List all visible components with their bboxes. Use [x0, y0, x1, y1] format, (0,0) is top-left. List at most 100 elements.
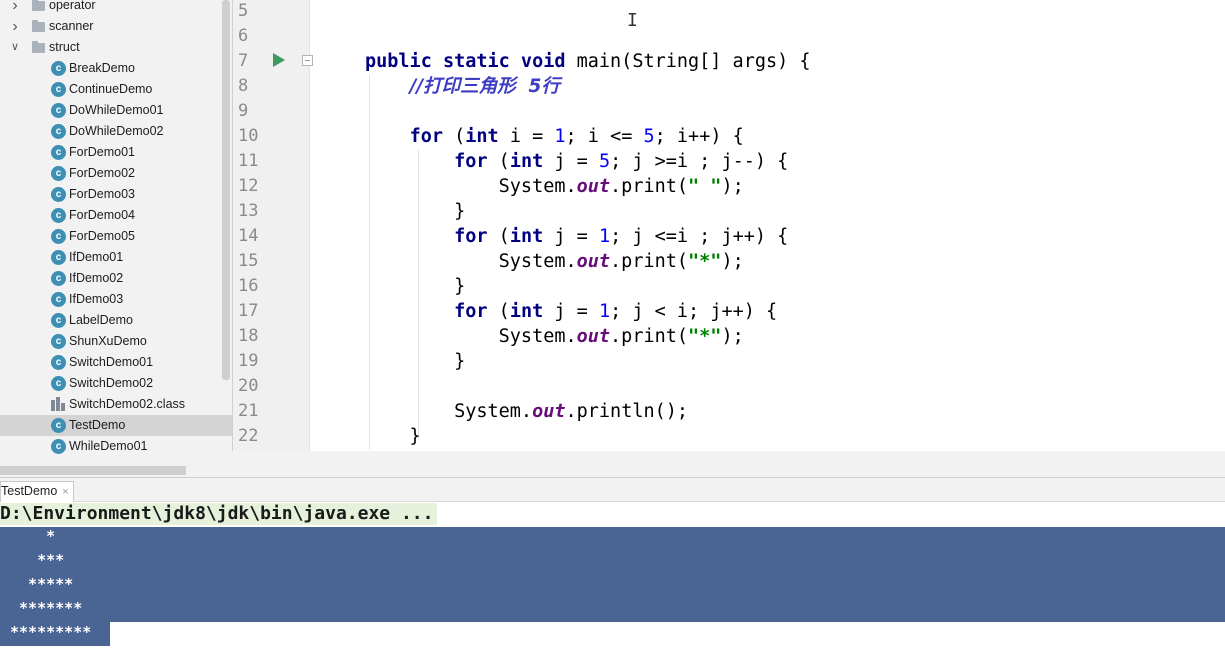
- tree-item-label: SwitchDemo01: [69, 355, 154, 369]
- code-token: int: [509, 226, 555, 247]
- tree-item[interactable]: c TestDemo: [0, 415, 232, 436]
- code-line[interactable]: System.out.print("*");: [365, 324, 744, 349]
- code-token: ; j <=i ; j++) {: [610, 226, 789, 247]
- tree-item[interactable]: c DoWhileDemo01: [0, 100, 232, 121]
- line-number: 17: [238, 301, 259, 321]
- fold-icon[interactable]: [302, 55, 313, 66]
- java-class-icon: c: [51, 61, 66, 76]
- tree-item[interactable]: c SwitchDemo02: [0, 373, 232, 394]
- tree-item-label: SwitchDemo02.class: [69, 397, 186, 411]
- tree-item[interactable]: c WhileDemo01: [0, 436, 232, 457]
- console-output-line: *******: [10, 599, 83, 617]
- tree-vertical-scrollbar[interactable]: [222, 0, 230, 380]
- tree-item-label: SwitchDemo02: [69, 376, 154, 390]
- code-token: "*": [688, 251, 722, 272]
- code-line[interactable]: }: [365, 274, 465, 299]
- tree-item[interactable]: › operator: [0, 0, 232, 16]
- tree-item[interactable]: c IfDemo02: [0, 268, 232, 289]
- java-class-icon: c: [51, 82, 66, 97]
- tree-item-label: DoWhileDemo02: [69, 124, 164, 138]
- tree-item[interactable]: c LabelDemo: [0, 310, 232, 331]
- code-line[interactable]: for (int j = 5; j >=i ; j--) {: [365, 149, 788, 174]
- line-number: 11: [238, 151, 259, 171]
- chevron-down-icon[interactable]: ∨: [9, 37, 21, 58]
- tree-item-label: scanner: [49, 19, 94, 33]
- tree-item[interactable]: c DoWhileDemo02: [0, 121, 232, 142]
- code-token: for: [454, 301, 499, 322]
- code-line[interactable]: for (int i = 1; i <= 5; i++) {: [365, 124, 744, 149]
- tree-item[interactable]: c ForDemo05: [0, 226, 232, 247]
- code-token: for: [454, 226, 499, 247]
- code-token: );: [721, 251, 744, 272]
- console-output-selection[interactable]: [0, 527, 1225, 622]
- line-number: 20: [238, 376, 259, 396]
- code-line[interactable]: }: [365, 349, 465, 374]
- run-tab-label: TestDemo: [1, 484, 58, 498]
- line-number: 14: [238, 226, 259, 246]
- code-token: j =: [554, 226, 599, 247]
- tree-item[interactable]: ∨ struct: [0, 37, 232, 58]
- code-line[interactable]: //打印三角形 5行: [365, 74, 560, 99]
- code-token: (: [454, 126, 466, 147]
- tree-item[interactable]: › scanner: [0, 16, 232, 37]
- tree-horizontal-scrollbar[interactable]: [0, 466, 186, 475]
- tree-item-label: ForDemo03: [69, 187, 135, 201]
- chevron-right-icon[interactable]: ›: [9, 16, 21, 37]
- tree-item-label: ForDemo02: [69, 166, 135, 180]
- code-token: .println();: [565, 401, 689, 422]
- code-token: }: [365, 351, 466, 372]
- code-token: j =: [554, 301, 599, 322]
- line-number: 12: [238, 176, 259, 196]
- run-main-icon[interactable]: [273, 53, 285, 67]
- code-line[interactable]: }: [365, 424, 421, 449]
- code-token: (: [498, 151, 510, 172]
- tree-item-label: WhileDemo01: [69, 439, 148, 453]
- code-token: 5: [598, 151, 611, 172]
- tree-item[interactable]: c ContinueDemo: [0, 79, 232, 100]
- tree-item[interactable]: c IfDemo03: [0, 289, 232, 310]
- tree-item[interactable]: c BreakDemo: [0, 58, 232, 79]
- tree-item[interactable]: c ForDemo01: [0, 142, 232, 163]
- line-number: 13: [238, 201, 259, 221]
- line-number: 18: [238, 326, 259, 346]
- tree-item-label: IfDemo03: [69, 292, 124, 306]
- close-icon[interactable]: ×: [62, 486, 68, 498]
- code-line[interactable]: System.out.print("*");: [365, 249, 744, 274]
- tree-item[interactable]: c ForDemo04: [0, 205, 232, 226]
- tree-item-label: operator: [49, 0, 96, 12]
- chevron-right-icon[interactable]: ›: [9, 0, 21, 16]
- code-token: );: [721, 326, 744, 347]
- code-line[interactable]: public static void main(String[] args) {: [365, 49, 811, 74]
- code-token: public static void: [365, 51, 577, 72]
- code-token: ; i <=: [565, 126, 644, 147]
- tree-item-label: LabelDemo: [69, 313, 133, 327]
- code-token: }: [365, 426, 421, 447]
- code-token: int: [465, 126, 510, 147]
- tree-item[interactable]: SwitchDemo02.class: [0, 394, 232, 415]
- code-token: main(String[] args) {: [576, 51, 811, 72]
- tree-item[interactable]: c ShunXuDemo: [0, 331, 232, 352]
- code-line[interactable]: System.out.print(" ");: [365, 174, 744, 199]
- editor-bottom-strip: [232, 451, 1225, 477]
- java-class-icon: c: [51, 124, 66, 139]
- code-line[interactable]: System.out.println();: [365, 399, 688, 424]
- tree-item-label: ForDemo05: [69, 229, 135, 243]
- code-token: );: [721, 176, 744, 197]
- indent-guide: [418, 150, 419, 435]
- code-token: out: [576, 326, 611, 347]
- code-token: }: [365, 201, 466, 222]
- tab-testdemo[interactable]: TestDemo ×: [0, 481, 74, 502]
- code-token: ; j >=i ; j--) {: [610, 151, 789, 172]
- project-tree: › operator › scanner ∨ struct c BreakDemo c Conti…: [0, 0, 232, 477]
- tree-item[interactable]: c ForDemo03: [0, 184, 232, 205]
- java-class-icon: c: [51, 313, 66, 328]
- tree-item[interactable]: c IfDemo01: [0, 247, 232, 268]
- java-class-icon: c: [51, 229, 66, 244]
- code-line[interactable]: }: [365, 199, 465, 224]
- tree-item[interactable]: c SwitchDemo01: [0, 352, 232, 373]
- tree-item[interactable]: c ForDemo02: [0, 163, 232, 184]
- code-line[interactable]: for (int j = 1; j <=i ; j++) {: [365, 224, 788, 249]
- java-class-icon: c: [51, 271, 66, 286]
- code-line[interactable]: for (int j = 1; j < i; j++) {: [365, 299, 777, 324]
